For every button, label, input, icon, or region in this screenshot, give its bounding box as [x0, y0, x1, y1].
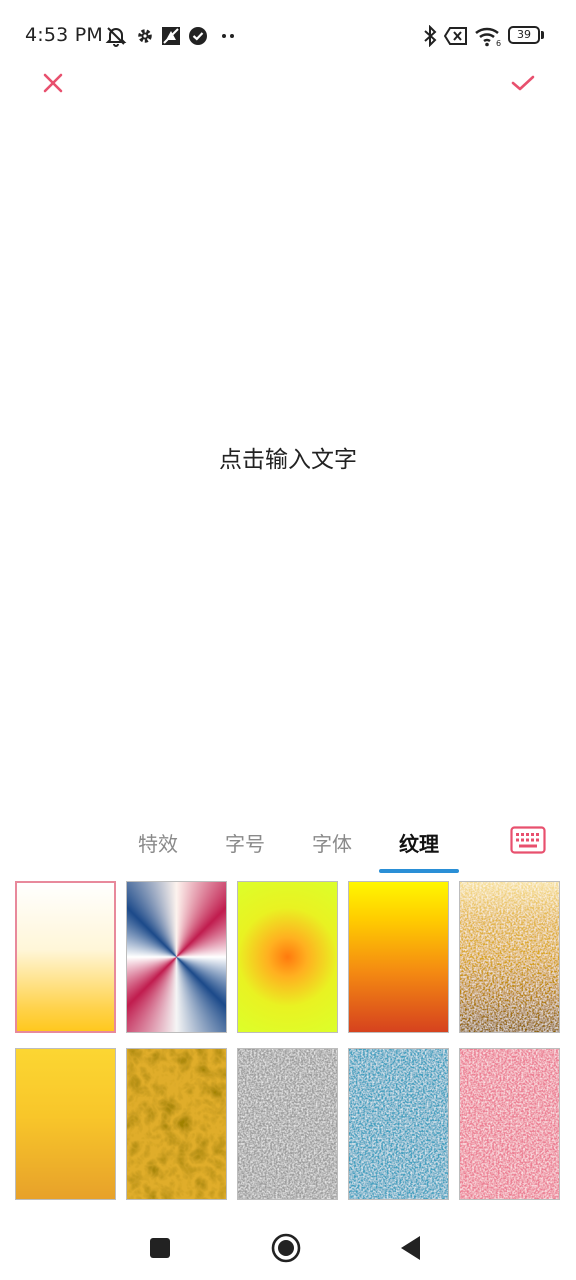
home-circle-icon	[271, 1233, 301, 1263]
gear-icon	[134, 25, 156, 47]
tab-texture[interactable]: 纹理	[389, 828, 449, 868]
texture-swatch[interactable]	[126, 881, 227, 1033]
texture-swatch[interactable]	[348, 881, 449, 1033]
texture-swatch[interactable]	[126, 1048, 227, 1200]
bluetooth-icon	[420, 25, 440, 47]
texture-swatch[interactable]	[237, 1048, 338, 1200]
texture-grid	[0, 880, 576, 1200]
keyboard-button[interactable]	[510, 826, 546, 854]
back-button[interactable]	[393, 1230, 429, 1266]
tab-font-size[interactable]: 字号	[215, 828, 275, 868]
sync-icon	[160, 25, 182, 47]
battery-icon: 39	[508, 26, 540, 44]
wifi-icon: 6	[474, 25, 502, 47]
texture-swatch[interactable]	[348, 1048, 449, 1200]
text-canvas[interactable]: 点击输入文字	[0, 110, 576, 810]
status-bar: 4:53 PM 6 39	[0, 0, 576, 70]
recents-button[interactable]	[142, 1230, 178, 1266]
muted-bell-icon	[104, 25, 128, 47]
texture-swatch[interactable]	[15, 881, 116, 1033]
check-icon	[511, 75, 535, 91]
check-circle-icon	[187, 25, 209, 47]
no-sim-icon	[444, 25, 468, 47]
close-icon	[43, 73, 63, 93]
texture-swatch[interactable]	[237, 881, 338, 1033]
style-tab-bar: 特效 字号 字体 纹理	[0, 818, 576, 874]
system-nav-bar	[0, 1210, 576, 1280]
texture-swatch[interactable]	[15, 1048, 116, 1200]
recents-square-icon	[150, 1238, 170, 1258]
svg-text:6: 6	[496, 39, 501, 47]
tab-font[interactable]: 字体	[302, 828, 362, 868]
confirm-button[interactable]	[504, 64, 542, 102]
back-triangle-icon	[401, 1236, 420, 1260]
close-button[interactable]	[34, 64, 72, 102]
status-time: 4:53 PM	[25, 24, 103, 46]
text-input-placeholder[interactable]: 点击输入文字	[0, 440, 576, 474]
active-tab-indicator	[379, 869, 459, 873]
tab-effects[interactable]: 特效	[128, 828, 188, 868]
texture-swatch[interactable]	[459, 881, 560, 1033]
texture-swatch[interactable]	[459, 1048, 560, 1200]
more-dots-icon	[218, 25, 238, 47]
home-button[interactable]	[268, 1230, 304, 1266]
battery-tip	[541, 31, 544, 39]
keyboard-icon	[510, 826, 546, 854]
